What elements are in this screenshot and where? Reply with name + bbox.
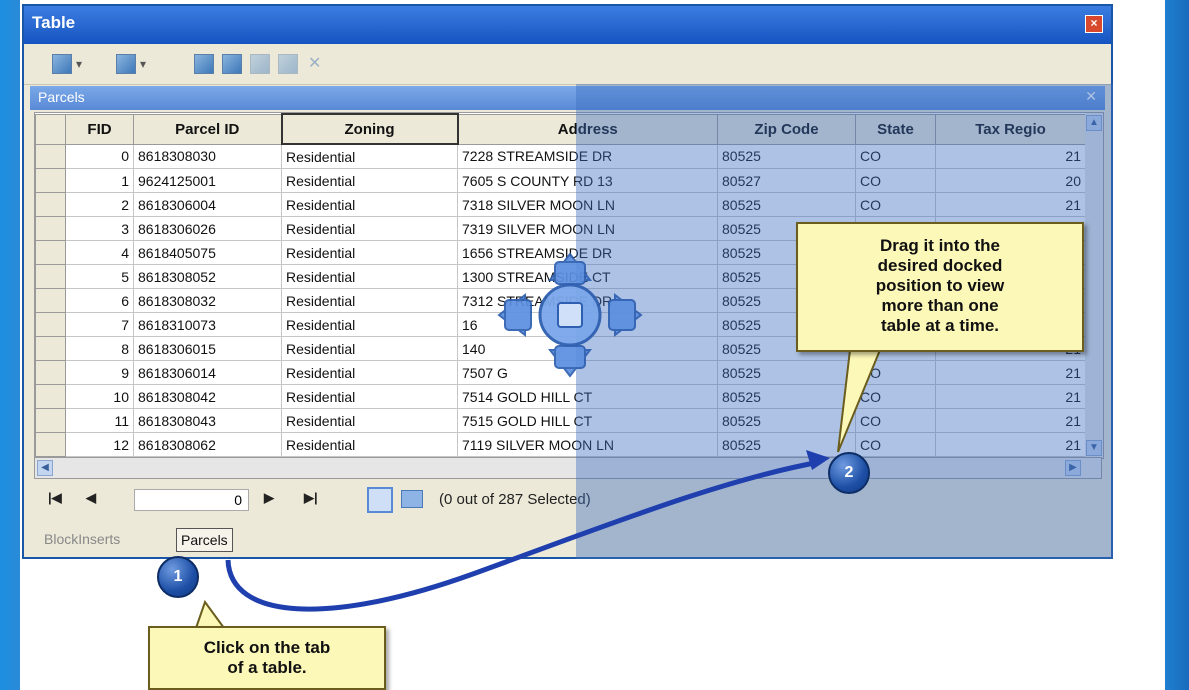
callout-text: desired docked <box>877 256 1003 275</box>
callout-text: table at a time. <box>880 316 1000 335</box>
step-1-badge: 1 <box>157 556 199 598</box>
callout-text: Click on the tab <box>203 638 331 657</box>
step-2-badge: 2 <box>828 452 870 494</box>
callout-text: more than one <box>881 296 999 315</box>
callout-drag-instruction: Drag it into the desired docked position… <box>796 222 1084 352</box>
callout-click-instruction: Click on the tab of a table. <box>148 626 386 690</box>
callout-text: of a table. <box>227 658 307 677</box>
callout-text: Drag it into the <box>880 236 1000 255</box>
callout-text: position to view <box>875 276 1005 295</box>
